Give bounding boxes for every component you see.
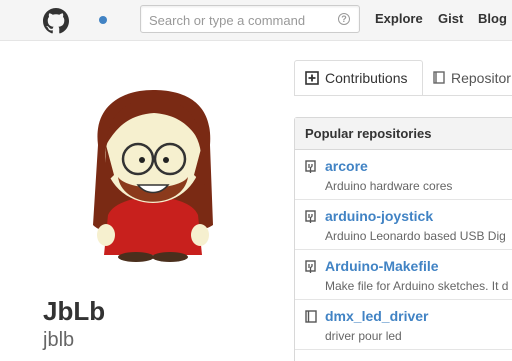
popular-repositories-box: Popular repositories arcore Arduino hard… bbox=[294, 117, 512, 361]
tab-repositories[interactable]: Repositor bbox=[423, 60, 512, 96]
list-item[interactable]: arcore Arduino hardware cores bbox=[295, 150, 512, 200]
repo-icon bbox=[305, 310, 317, 323]
repo-name-link[interactable]: Arduino-Makefile bbox=[325, 258, 439, 274]
avatar bbox=[93, 90, 213, 262]
popular-repositories-title: Popular repositories bbox=[295, 118, 512, 150]
tab-contributions[interactable]: Contributions bbox=[294, 60, 423, 96]
repo-forked-icon bbox=[305, 160, 316, 173]
site-header: ? Explore Gist Blog bbox=[0, 0, 512, 41]
repo-forked-icon bbox=[305, 210, 316, 223]
tabs-divider bbox=[294, 95, 512, 96]
repo-name-link[interactable]: arcore bbox=[325, 158, 368, 174]
nav-explore-link[interactable]: Explore bbox=[375, 11, 423, 26]
notifications-icon[interactable] bbox=[92, 9, 114, 31]
profile-full-name: JbLb bbox=[43, 296, 106, 326]
notification-dot bbox=[99, 16, 107, 24]
nav-gist-link[interactable]: Gist bbox=[438, 11, 463, 26]
list-item[interactable]: Arduino-Makefile Make file for Arduino s… bbox=[295, 250, 512, 300]
list-item[interactable]: arduino-joystick Arduino Leonardo based … bbox=[295, 200, 512, 250]
repo-description: driver pour led bbox=[325, 329, 402, 343]
nav-blog-link[interactable]: Blog bbox=[478, 11, 507, 26]
repo-description: Arduino hardware cores bbox=[325, 179, 453, 193]
contributions-icon bbox=[305, 71, 319, 85]
search-input[interactable] bbox=[149, 11, 329, 29]
repo-icon bbox=[433, 71, 445, 84]
repo-forked-icon bbox=[305, 260, 316, 273]
tab-contributions-label: Contributions bbox=[325, 70, 408, 86]
repo-description: Arduino Leonardo based USB Dig bbox=[325, 229, 506, 243]
github-logo-icon[interactable] bbox=[43, 8, 69, 34]
repo-description: Make file for Arduino sketches. It d bbox=[325, 279, 509, 293]
search-box[interactable]: ? bbox=[140, 5, 360, 33]
repo-name-link[interactable]: arduino-joystick bbox=[325, 208, 433, 224]
tab-repositories-label: Repositor bbox=[451, 70, 511, 86]
repo-name-link[interactable]: dmx_led_driver bbox=[325, 308, 429, 324]
help-icon[interactable]: ? bbox=[338, 13, 350, 25]
profile-username: jblb bbox=[43, 329, 75, 351]
list-item[interactable]: dmx_led_driver driver pour led bbox=[295, 300, 512, 350]
